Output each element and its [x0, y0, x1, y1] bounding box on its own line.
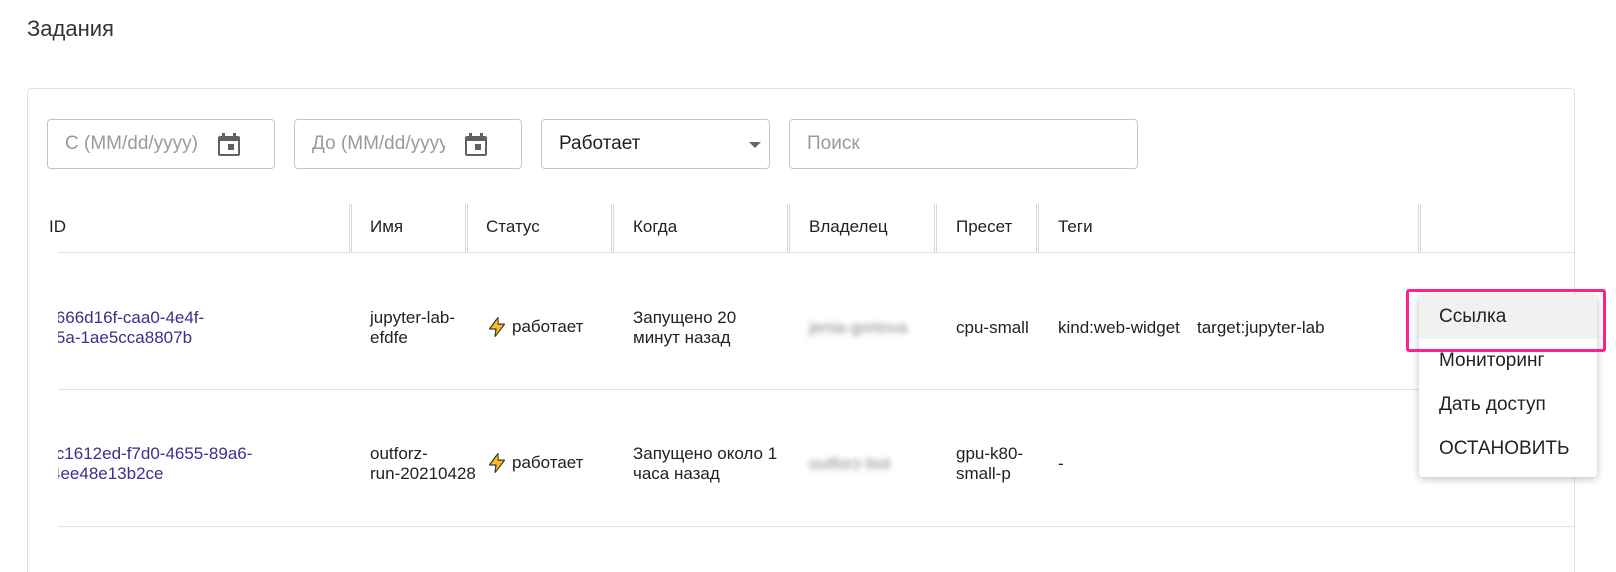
job-when-line1: Запущено около 1 — [633, 444, 778, 463]
calendar-icon[interactable] — [464, 132, 488, 157]
status-filter-select[interactable]: Работает — [541, 119, 770, 169]
status-filter-value: Работает — [559, 133, 641, 154]
highlight-box — [1406, 289, 1606, 352]
column-separator[interactable] — [349, 204, 352, 252]
lightning-icon — [488, 317, 506, 337]
column-separator[interactable] — [787, 204, 790, 252]
table-header: ID Имя Статус Когда Владелец Пресет Теги — [49, 202, 1574, 253]
job-name-line1: outforz- — [370, 444, 428, 463]
header-name[interactable]: Имя — [370, 202, 403, 253]
job-preset-line2: small-p — [956, 464, 1011, 483]
job-preset: cpu-small — [956, 318, 1029, 337]
job-name: jupyter-lab- efdfe — [370, 308, 455, 348]
header-tags[interactable]: Теги — [1058, 202, 1093, 253]
job-id-line2: 4ee48e13b2ce — [58, 464, 164, 483]
column-separator[interactable] — [1418, 204, 1421, 252]
job-name-line2: run-20210428 — [370, 464, 476, 483]
calendar-icon[interactable] — [217, 132, 241, 157]
job-status-label: работает — [512, 453, 584, 472]
job-status-label: работает — [512, 317, 584, 336]
table-row[interactable]: job-4c1612ed-f7d0-4655-89a6- 4ee48e13b2c… — [58, 390, 1574, 527]
job-id-line1: job-4c1612ed-f7d0-4655-89a6- — [58, 444, 253, 463]
header-owner[interactable]: Владелец — [809, 202, 888, 253]
job-preset: gpu-k80- small-p — [956, 444, 1023, 484]
date-from-field[interactable]: С (MM/dd/yyyy) — [47, 119, 275, 169]
menu-item-stop[interactable]: ОСТАНОВИТЬ — [1419, 427, 1597, 471]
job-name: outforz- run-20210428 — [370, 444, 476, 484]
header-status[interactable]: Статус — [486, 202, 540, 253]
column-separator[interactable] — [1036, 204, 1039, 252]
jobs-card: С (MM/dd/yyyy) До (MM/dd/yyyy) Работает … — [27, 88, 1575, 572]
job-status: работает — [486, 451, 583, 475]
job-preset-line1: gpu-k80- — [956, 444, 1024, 463]
date-from-placeholder: С (MM/dd/yyyy) — [65, 133, 198, 154]
job-when: Запущено около 1 часа назад — [633, 444, 777, 484]
date-to-field[interactable]: До (MM/dd/yyyy) — [294, 119, 522, 169]
column-separator[interactable] — [465, 204, 468, 252]
date-to-placeholder: До (MM/dd/yyyy) — [312, 133, 445, 154]
search-input[interactable]: Поиск — [789, 119, 1138, 169]
job-when-line1: Запущено 20 — [633, 308, 737, 327]
job-tags: - — [1058, 454, 1064, 473]
page-title: Задания — [27, 16, 114, 41]
job-when-line2: часа назад — [633, 464, 720, 483]
header-when[interactable]: Когда — [633, 202, 677, 253]
header-id[interactable]: ID — [46, 202, 66, 253]
menu-item-share[interactable]: Дать доступ — [1419, 383, 1597, 427]
job-owner: outforz-bot — [809, 454, 891, 473]
job-tag: kind:web-widget — [1058, 318, 1180, 337]
table-row[interactable]: job-4666d16f-caa0-4e4f- b35a-1ae5cca8807… — [58, 253, 1574, 390]
header-preset[interactable]: Пресет — [956, 202, 1012, 253]
column-separator[interactable] — [611, 204, 614, 252]
job-name-line1: jupyter-lab- — [370, 308, 456, 327]
job-owner: jenia-gortova — [809, 318, 908, 337]
job-id-link[interactable]: job-4c1612ed-f7d0-4655-89a6- 4ee48e13b2c… — [58, 444, 348, 484]
column-separator[interactable] — [934, 204, 937, 252]
job-status: работает — [486, 315, 583, 339]
job-id-line2: b35a-1ae5cca8807b — [58, 328, 193, 347]
job-id-line1: job-4666d16f-caa0-4e4f- — [58, 308, 205, 327]
job-name-line2: efdfe — [370, 328, 408, 347]
caret-down-icon — [749, 142, 761, 148]
lightning-icon — [488, 453, 506, 473]
job-when-line2: минут назад — [633, 328, 731, 347]
job-id-link[interactable]: job-4666d16f-caa0-4e4f- b35a-1ae5cca8807… — [58, 308, 348, 348]
job-tag: target:jupyter-lab — [1197, 318, 1325, 337]
job-when: Запущено 20 минут назад — [633, 308, 736, 348]
search-placeholder: Поиск — [807, 133, 860, 154]
